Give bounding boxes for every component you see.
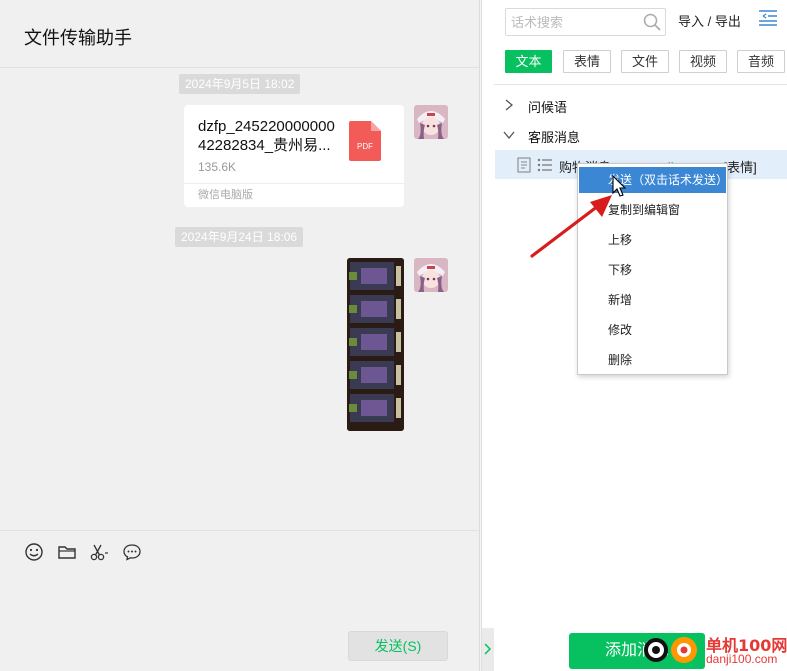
separator: / bbox=[707, 14, 712, 29]
tab-video[interactable]: 视频 bbox=[679, 50, 727, 73]
watermark-logo bbox=[644, 637, 697, 663]
mouse-cursor-icon bbox=[612, 175, 626, 197]
group-greetings[interactable]: 问候语 bbox=[494, 91, 787, 119]
image-message[interactable] bbox=[347, 258, 404, 431]
chevron-down-icon bbox=[503, 131, 515, 140]
watermark-url: danji100.com bbox=[706, 652, 778, 666]
search-box bbox=[505, 8, 666, 36]
file-name: dzfp_245220000000 42282834_贵州易... bbox=[198, 118, 335, 154]
chat-header: 文件传输助手 bbox=[0, 0, 480, 68]
avatar[interactable] bbox=[414, 258, 448, 292]
message-timestamp: 2024年9月5日 18:02 bbox=[179, 74, 301, 94]
avatar[interactable] bbox=[414, 105, 448, 139]
menu-item-delete[interactable]: 删除 bbox=[579, 347, 726, 373]
tab-text[interactable]: 文本 bbox=[505, 50, 552, 73]
export-link[interactable]: 导出 bbox=[715, 14, 741, 29]
pdf-badge-label: PDF bbox=[357, 142, 373, 151]
import-export-links: 导入 / 导出 bbox=[678, 11, 741, 30]
tab-audio[interactable]: 音频 bbox=[737, 50, 785, 73]
chat-bubble-icon[interactable] bbox=[122, 542, 142, 562]
search-input[interactable] bbox=[511, 12, 636, 32]
divider bbox=[494, 84, 787, 85]
group-label: 客服消息 bbox=[528, 130, 581, 145]
chat-pane: 文件传输助手 2024年9月5日 18:02 dzfp_245220000000… bbox=[0, 0, 480, 671]
chat-title: 文件传输助手 bbox=[24, 28, 132, 48]
group-service-messages[interactable]: 客服消息 bbox=[494, 121, 787, 149]
list-view-icon[interactable] bbox=[758, 9, 778, 27]
search-icon[interactable] bbox=[642, 12, 662, 32]
folder-icon[interactable] bbox=[57, 542, 77, 562]
file-size: 135.6K bbox=[198, 160, 237, 174]
collapse-toggle[interactable] bbox=[482, 628, 494, 671]
tab-file[interactable]: 文件 bbox=[621, 50, 669, 73]
input-toolbar bbox=[0, 530, 480, 570]
file-message-card[interactable]: dzfp_245220000000 42282834_贵州易... 135.6K… bbox=[184, 105, 404, 207]
pdf-file-icon: PDF bbox=[349, 121, 381, 161]
chevron-right-icon bbox=[505, 99, 514, 111]
menu-item-add[interactable]: 新增 bbox=[579, 287, 726, 313]
import-link[interactable]: 导入 bbox=[678, 14, 704, 29]
group-label: 问候语 bbox=[528, 100, 568, 115]
document-icon bbox=[517, 157, 531, 173]
chevron-right-icon bbox=[484, 643, 492, 655]
emoji-icon[interactable] bbox=[24, 542, 44, 562]
tab-emoji[interactable]: 表情 bbox=[563, 50, 611, 73]
message-timestamp: 2024年9月24日 18:06 bbox=[175, 227, 304, 247]
scissors-icon[interactable] bbox=[89, 542, 109, 562]
list-icon bbox=[537, 158, 552, 172]
menu-item-edit[interactable]: 修改 bbox=[579, 317, 726, 343]
send-button[interactable]: 发送(S) bbox=[348, 631, 448, 661]
file-source-label: 微信电脑版 bbox=[184, 183, 404, 207]
